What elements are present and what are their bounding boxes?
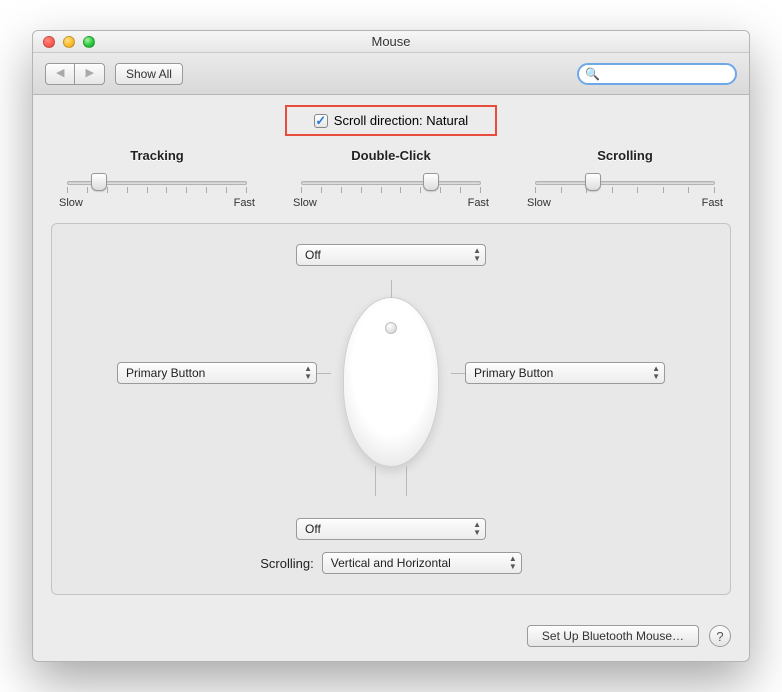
preferences-window: Mouse ◀ ▶ Show All 🔍 ✓ Scroll direction:… — [32, 30, 750, 662]
chevron-left-icon: ◀ — [56, 68, 64, 79]
checkmark-icon: ✓ — [315, 114, 326, 127]
stepper-icon: ▲▼ — [304, 365, 312, 381]
setup-bluetooth-button[interactable]: Set Up Bluetooth Mouse… — [527, 625, 699, 647]
show-all-button[interactable]: Show All — [115, 63, 183, 85]
tracking-slider-group: Tracking Slow Fast — [57, 148, 257, 209]
doubleclick-low: Slow — [293, 197, 317, 209]
left-button-select[interactable]: Primary Button ▲▼ — [117, 362, 317, 384]
search-input[interactable] — [604, 67, 750, 81]
forward-button[interactable]: ▶ — [74, 63, 104, 85]
scrolling-label: Scrolling — [525, 148, 725, 163]
scroll-direction-checkbox[interactable]: ✓ — [314, 114, 328, 128]
scrolling-slider[interactable] — [525, 171, 725, 197]
doubleclick-slider[interactable] — [291, 171, 491, 197]
sliders-row: Tracking Slow Fast Double-Click Slow Fast — [51, 142, 731, 223]
scroll-direction-highlight: ✓ Scroll direction: Natural — [285, 105, 497, 136]
mouse-diagram: Primary Button ▲▼ Primary Button ▲▼ — [82, 272, 700, 492]
scrolling-mode-select[interactable]: Vertical and Horizontal ▲▼ — [322, 552, 522, 574]
stepper-icon: ▲▼ — [473, 521, 481, 537]
titlebar: Mouse — [33, 31, 749, 53]
doubleclick-slider-group: Double-Click Slow Fast — [291, 148, 491, 209]
footer-row: Set Up Bluetooth Mouse… ? — [33, 615, 749, 661]
scrollball-button-select[interactable]: Off ▲▼ — [296, 244, 486, 266]
right-button-select[interactable]: Primary Button ▲▼ — [465, 362, 665, 384]
question-icon: ? — [716, 629, 723, 644]
content-area: ✓ Scroll direction: Natural Tracking Slo… — [33, 95, 749, 615]
stepper-icon: ▲▼ — [509, 555, 517, 571]
close-icon[interactable] — [43, 36, 55, 48]
scrolling-mode-row: Scrolling: Vertical and Horizontal ▲▼ — [82, 552, 700, 574]
scrolling-mode-label: Scrolling: — [260, 556, 313, 571]
squeeze-button-value: Off — [305, 522, 321, 536]
zoom-icon[interactable] — [83, 36, 95, 48]
minimize-icon[interactable] — [63, 36, 75, 48]
tracking-slider[interactable] — [57, 171, 257, 197]
help-button[interactable]: ? — [709, 625, 731, 647]
tracking-label: Tracking — [57, 148, 257, 163]
scrolling-slider-group: Scrolling Slow Fast — [525, 148, 725, 209]
mouse-icon — [343, 297, 439, 467]
tracking-high: Fast — [234, 197, 255, 209]
scrollball-button-value: Off — [305, 248, 321, 262]
nav-buttons: ◀ ▶ — [45, 63, 105, 85]
squeeze-button-select[interactable]: Off ▲▼ — [296, 518, 486, 540]
scrollball-icon — [385, 322, 397, 334]
chevron-right-icon: ▶ — [85, 68, 93, 79]
doubleclick-high: Fast — [468, 197, 489, 209]
back-button[interactable]: ◀ — [45, 63, 75, 85]
search-field[interactable]: 🔍 — [577, 63, 737, 85]
window-title: Mouse — [33, 34, 749, 49]
right-button-value: Primary Button — [474, 366, 553, 380]
scrolling-high: Fast — [702, 197, 723, 209]
window-controls — [33, 36, 95, 48]
mouse-mapping-panel: Off ▲▼ Primary Button ▲▼ — [51, 223, 731, 595]
scrolling-mode-value: Vertical and Horizontal — [331, 556, 451, 570]
scrolling-low: Slow — [527, 197, 551, 209]
scroll-direction-label: Scroll direction: Natural — [334, 113, 468, 128]
left-button-value: Primary Button — [126, 366, 205, 380]
toolbar: ◀ ▶ Show All 🔍 — [33, 53, 749, 95]
stepper-icon: ▲▼ — [652, 365, 660, 381]
search-icon: 🔍 — [585, 67, 600, 81]
stepper-icon: ▲▼ — [473, 247, 481, 263]
tracking-low: Slow — [59, 197, 83, 209]
doubleclick-label: Double-Click — [291, 148, 491, 163]
